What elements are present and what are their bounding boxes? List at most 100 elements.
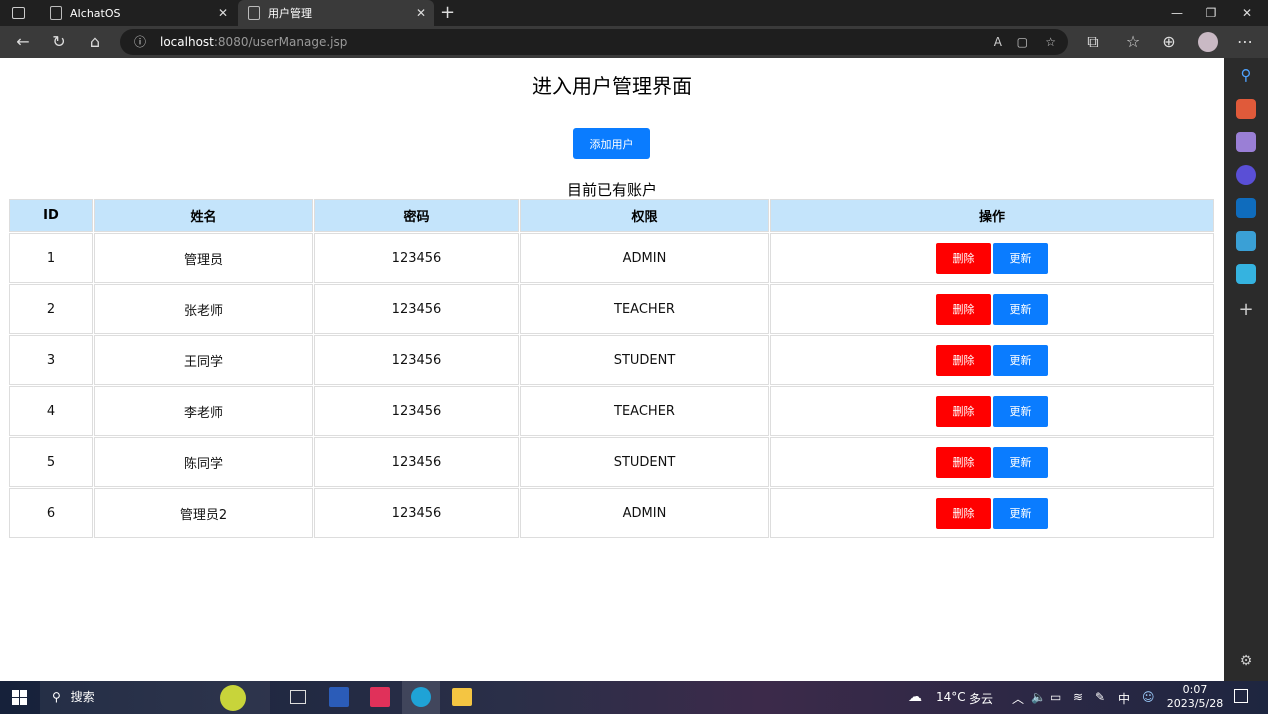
read-aloud-icon[interactable]: A xyxy=(994,29,1002,55)
wifi-icon[interactable]: ≋ xyxy=(1073,690,1083,704)
table-row: 5 陈同学 123456 STUDENT 删除 更新 xyxy=(9,437,1214,487)
ime-indicator[interactable]: 中 xyxy=(1118,690,1130,707)
restore-icon[interactable]: ❐ xyxy=(1194,0,1228,26)
minimize-icon[interactable]: — xyxy=(1160,0,1194,26)
favorite-icon[interactable]: ☆ xyxy=(1045,29,1056,55)
tennis-icon xyxy=(220,685,246,711)
cloud-icon: ☁ xyxy=(908,689,922,705)
cell-id: 4 xyxy=(9,386,93,436)
games-icon[interactable] xyxy=(1236,132,1256,152)
drop-icon[interactable] xyxy=(1236,231,1256,251)
windows-start-icon[interactable] xyxy=(12,690,27,705)
split-screen-icon[interactable]: ▢ xyxy=(1017,29,1028,55)
cell-id: 5 xyxy=(9,437,93,487)
search-icon[interactable]: ⚲ xyxy=(1236,66,1256,86)
update-button[interactable]: 更新 xyxy=(993,446,1048,478)
cell-actions: 删除 更新 xyxy=(770,437,1214,487)
weather-temp[interactable]: 14°C xyxy=(936,690,966,704)
add-user-button[interactable]: 添加用户 xyxy=(573,128,650,159)
tab-label: 用户管理 xyxy=(268,7,312,20)
assistant-icon[interactable]: ☺ xyxy=(1142,690,1155,704)
tab-aichatos[interactable]: AIchatOS ✕ xyxy=(40,0,236,26)
edge-icon xyxy=(411,687,431,707)
column-header-name: 姓名 xyxy=(94,199,313,232)
cell-actions: 删除 更新 xyxy=(770,284,1214,334)
favorites-icon[interactable]: ☆ xyxy=(1118,26,1148,58)
taskbar: ⚲ 搜索 ☁ 14°C 多云 ︿ 🔈 ▭ ≋ ✎ 中 ☺ 0:07 2023/5… xyxy=(0,681,1268,714)
cell-name: 管理员2 xyxy=(94,488,313,538)
taskbar-search-label: 搜索 xyxy=(70,690,95,704)
tab-user-manage[interactable]: 用户管理 ✕ xyxy=(238,0,434,26)
table-row: 6 管理员2 123456 ADMIN 删除 更新 xyxy=(9,488,1214,538)
cell-role: ADMIN xyxy=(520,233,769,283)
cell-name: 李老师 xyxy=(94,386,313,436)
column-header-id: ID xyxy=(9,199,93,232)
tab-actions-icon[interactable] xyxy=(12,7,25,19)
cell-role: TEACHER xyxy=(520,284,769,334)
intellij-icon[interactable] xyxy=(370,687,390,707)
update-button[interactable]: 更新 xyxy=(993,293,1048,325)
delete-button[interactable]: 删除 xyxy=(936,242,991,274)
delete-button[interactable]: 删除 xyxy=(936,293,991,325)
update-button[interactable]: 更新 xyxy=(993,395,1048,427)
page-title: 进入用户管理界面 xyxy=(532,74,692,98)
update-button[interactable]: 更新 xyxy=(993,497,1048,529)
edge-taskbar-button[interactable] xyxy=(402,681,440,714)
page-content: 进入用户管理界面 添加用户 目前已有账户 ID 姓名 密码 权限 操作 1 管理… xyxy=(0,58,1224,681)
chevron-up-icon[interactable]: ︿ xyxy=(1012,690,1024,707)
add-icon[interactable]: + xyxy=(1236,300,1256,320)
more-icon[interactable]: ⋯ xyxy=(1230,26,1260,58)
notification-icon[interactable] xyxy=(1234,689,1248,703)
home-icon[interactable]: ⌂ xyxy=(80,26,110,58)
task-view-icon[interactable] xyxy=(290,690,306,704)
cell-role: TEACHER xyxy=(520,386,769,436)
refresh-icon[interactable]: ↻ xyxy=(44,26,74,58)
clock[interactable]: 0:07 2023/5/28 xyxy=(1166,683,1224,711)
pen-icon[interactable]: ✎ xyxy=(1095,690,1105,704)
info-icon[interactable]: ⓘ xyxy=(134,29,146,55)
volume-icon[interactable]: 🔈 xyxy=(1031,690,1046,704)
cell-id: 1 xyxy=(9,233,93,283)
table-header-row: ID 姓名 密码 权限 操作 xyxy=(9,199,1214,232)
column-header-password: 密码 xyxy=(314,199,519,232)
delete-button[interactable]: 删除 xyxy=(936,344,991,376)
cell-actions: 删除 更新 xyxy=(770,335,1214,385)
cell-name: 陈同学 xyxy=(94,437,313,487)
close-icon[interactable]: ✕ xyxy=(416,6,426,20)
users-table: ID 姓名 密码 权限 操作 1 管理员 123456 ADMIN 删除 更新 2… xyxy=(8,198,1215,539)
clock-date: 2023/5/28 xyxy=(1166,697,1224,710)
update-button[interactable]: 更新 xyxy=(993,242,1048,274)
cell-role: ADMIN xyxy=(520,488,769,538)
cell-password: 123456 xyxy=(314,335,519,385)
delete-button[interactable]: 删除 xyxy=(936,446,991,478)
collections-icon[interactable]: ⊕ xyxy=(1154,26,1184,58)
table-row: 2 张老师 123456 TEACHER 删除 更新 xyxy=(9,284,1214,334)
cell-actions: 删除 更新 xyxy=(770,233,1214,283)
close-window-icon[interactable]: ✕ xyxy=(1230,0,1264,26)
folder-icon[interactable] xyxy=(452,688,472,706)
cell-name: 张老师 xyxy=(94,284,313,334)
avatar[interactable] xyxy=(1198,32,1218,52)
table-row: 1 管理员 123456 ADMIN 删除 更新 xyxy=(9,233,1214,283)
back-icon[interactable]: ← xyxy=(8,26,38,58)
page-icon xyxy=(248,6,260,20)
outlook-icon[interactable] xyxy=(1236,198,1256,218)
cell-password: 123456 xyxy=(314,284,519,334)
office-icon[interactable] xyxy=(1236,165,1256,185)
weather-desc[interactable]: 多云 xyxy=(969,690,993,707)
battery-icon[interactable]: ▭ xyxy=(1050,690,1061,704)
table-row: 4 李老师 123456 TEACHER 删除 更新 xyxy=(9,386,1214,436)
delete-button[interactable]: 删除 xyxy=(936,497,991,529)
tools-icon[interactable] xyxy=(1236,99,1256,119)
new-tab-icon[interactable]: + xyxy=(440,2,455,23)
search-icon: ⚲ xyxy=(52,690,61,704)
url-field[interactable]: ⓘ localhost:8080/userManage.jsp A ▢ ☆ xyxy=(120,29,1068,55)
update-button[interactable]: 更新 xyxy=(993,344,1048,376)
extensions-icon[interactable]: ⧉ xyxy=(1078,26,1108,58)
app-icon[interactable] xyxy=(1236,264,1256,284)
close-icon[interactable]: ✕ xyxy=(218,6,228,20)
settings-icon[interactable]: ⚙ xyxy=(1236,653,1256,673)
table-row: 3 王同学 123456 STUDENT 删除 更新 xyxy=(9,335,1214,385)
delete-button[interactable]: 删除 xyxy=(936,395,991,427)
word-icon[interactable] xyxy=(329,687,349,707)
